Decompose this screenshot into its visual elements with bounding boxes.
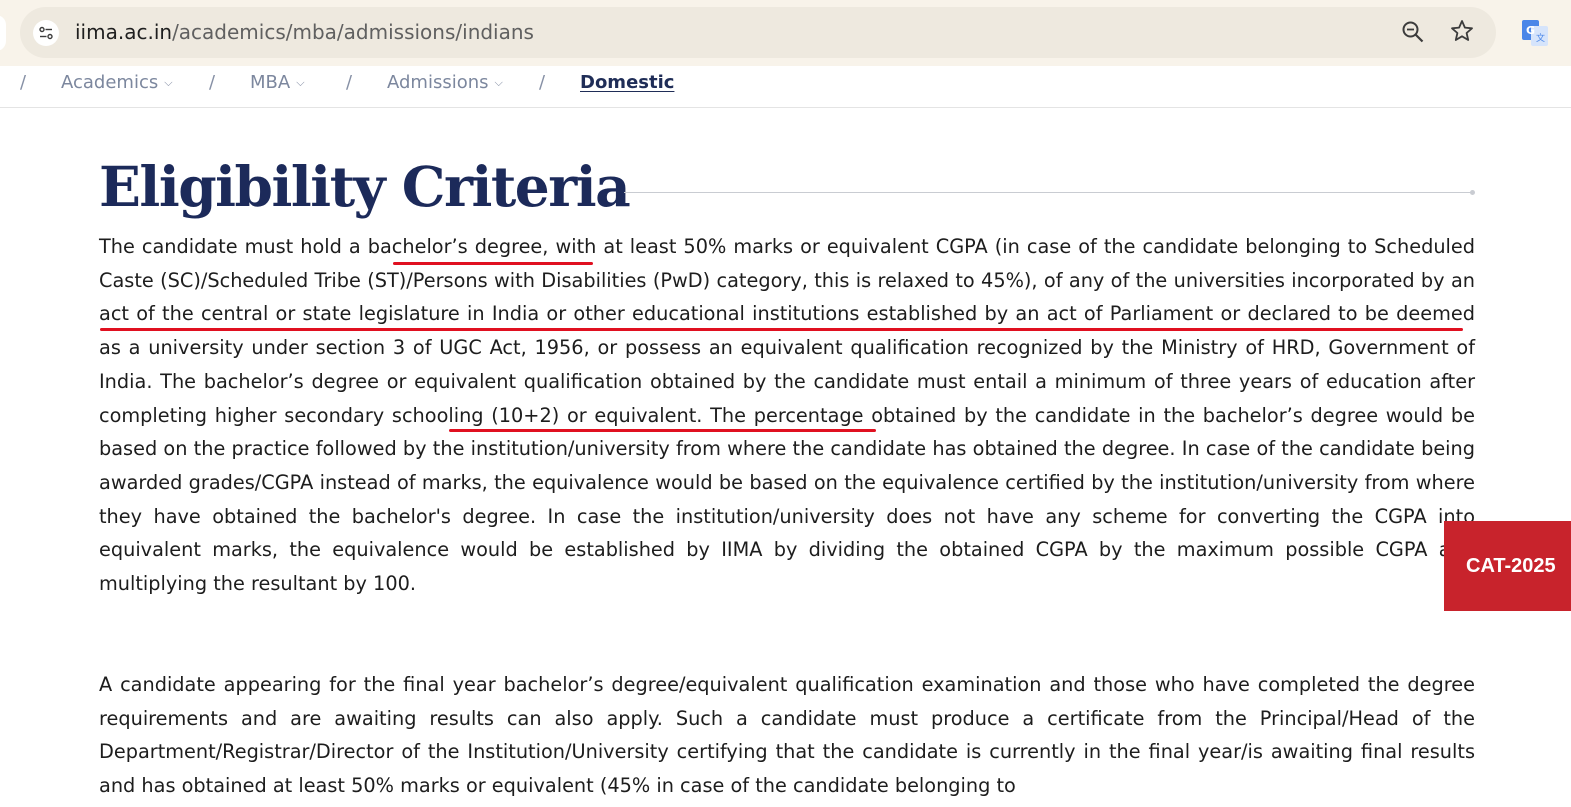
tab-edge [0,15,6,51]
svg-text:文: 文 [1536,32,1545,44]
svg-text:G: G [1526,24,1535,37]
breadcrumb-separator: / [20,72,27,93]
breadcrumb-label: Academics [61,72,159,93]
chevron-down-icon: ⌵ [494,76,503,89]
zoom-icon[interactable] [1401,20,1425,48]
annotation-underline-universities [100,328,1463,331]
breadcrumb-separator: / [539,72,546,93]
address-bar[interactable]: iima.ac.in/academics/mba/admissions/indi… [20,7,1496,58]
url-text[interactable]: iima.ac.in/academics/mba/admissions/indi… [75,20,534,44]
site-info-icon[interactable] [33,20,59,46]
breadcrumb: / Academics ⌵ / MBA ⌵ / Admissions ⌵ / Dome… [0,66,1571,108]
breadcrumb-item-domestic[interactable]: Domestic [580,72,674,93]
breadcrumb-item-mba[interactable]: MBA ⌵ [250,72,305,93]
breadcrumb-item-academics[interactable]: Academics ⌵ [61,72,173,93]
breadcrumb-item-admissions[interactable]: Admissions ⌵ [387,72,503,93]
final-year-paragraph: A candidate appearing for the final year… [99,673,1475,798]
annotation-underline-bachelors-degree [393,262,593,265]
cat-2025-tab[interactable]: CAT-2025 [1444,521,1571,611]
breadcrumb-label: MBA [250,72,291,93]
breadcrumb-separator: / [346,72,353,93]
breadcrumb-label: Admissions [387,72,489,93]
bookmark-star-icon[interactable] [1450,19,1474,47]
url-host: iima.ac.in [75,20,173,44]
browser-toolbar: iima.ac.in/academics/mba/admissions/indi… [0,0,1571,66]
chevron-down-icon: ⌵ [296,76,305,89]
breadcrumb-separator: / [209,72,216,93]
page-title: Eligibility Criteria [99,154,631,219]
annotation-underline-three-years [449,429,876,432]
chevron-down-icon: ⌵ [164,76,173,89]
url-path: /academics/mba/admissions/indians [172,20,534,44]
google-translate-icon[interactable]: G 文 [1522,20,1548,46]
eligibility-paragraph: The candidate must hold a bachelor’s deg… [99,235,1475,596]
heading-divider [624,190,1475,195]
